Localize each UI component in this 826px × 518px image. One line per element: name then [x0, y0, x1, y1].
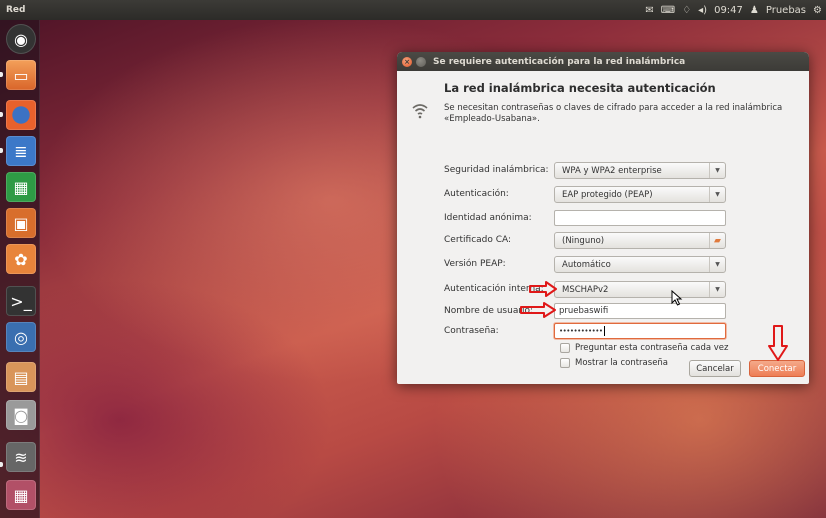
annotation-arrow-username	[529, 281, 557, 297]
dialog-description: Se necesitan contraseñas o claves de cif…	[444, 103, 783, 124]
chevron-down-icon: ▼	[709, 257, 725, 272]
password-label: Contraseña:	[444, 326, 499, 336]
launcher: ◉ ▭ ≣ ▦ ▣ ✿ >_ ◎ ▤ ◙ ≋ ▦	[0, 20, 40, 518]
running-indicator	[0, 148, 3, 153]
chevron-down-icon: ▼	[709, 187, 725, 202]
peap-version-value: Automático	[562, 259, 611, 270]
username-field[interactable]: pruebaswifi	[554, 303, 726, 319]
user-name[interactable]: Pruebas	[766, 5, 806, 16]
username-value: pruebaswifi	[559, 306, 609, 316]
panel-indicators: ✉ ⌨ ♢ ◂) 09:47 ♟ Pruebas ⚙	[645, 0, 822, 20]
ask-password-label: Preguntar esta contraseña cada vez	[575, 343, 729, 353]
close-icon[interactable]: ×	[402, 56, 412, 67]
top-panel: Red ✉ ⌨ ♢ ◂) 09:47 ♟ Pruebas ⚙	[0, 0, 826, 20]
software-center-icon[interactable]: ✿	[6, 244, 36, 274]
ask-password-checkbox[interactable]	[560, 343, 570, 353]
archive-icon[interactable]: ▤	[6, 362, 36, 392]
gear-icon[interactable]: ⚙	[813, 5, 822, 16]
firefox-icon[interactable]	[6, 100, 36, 130]
dash-home-icon[interactable]: ◉	[6, 24, 36, 54]
auth-label: Autenticación:	[444, 189, 509, 199]
libreoffice-writer-icon[interactable]: ≣	[6, 136, 36, 166]
cancel-button[interactable]: Cancelar	[689, 360, 741, 377]
show-password-label: Mostrar la contraseña	[575, 358, 669, 368]
running-indicator	[0, 112, 3, 117]
ask-password-checkbox-row[interactable]: Preguntar esta contraseña cada vez	[560, 343, 729, 353]
auth-combo[interactable]: EAP protegido (PEAP) ▼	[554, 186, 726, 203]
wireless-icon[interactable]: ≋	[6, 442, 36, 472]
wifi-icon	[412, 104, 428, 119]
user-icon[interactable]: ♟	[750, 5, 759, 16]
inner-auth-combo[interactable]: MSCHAPv2 ▼	[554, 281, 726, 298]
anon-identity-field[interactable]	[554, 210, 726, 226]
clock[interactable]: 09:47	[714, 5, 743, 16]
annotation-arrow-password	[520, 302, 556, 318]
libreoffice-calc-icon[interactable]: ▦	[6, 172, 36, 202]
running-indicator	[0, 462, 3, 467]
text-caret	[603, 326, 605, 336]
workspace-switcher-icon[interactable]: ▦	[6, 480, 36, 510]
show-password-checkbox-row[interactable]: Mostrar la contraseña	[560, 358, 668, 368]
screenshot-icon[interactable]: ◙	[6, 400, 36, 430]
show-password-checkbox[interactable]	[560, 358, 570, 368]
auth-value: EAP protegido (PEAP)	[562, 189, 653, 200]
volume-icon[interactable]: ◂)	[698, 5, 707, 16]
folder-icon: ▰	[709, 233, 725, 248]
terminal-icon[interactable]: >_	[6, 286, 36, 316]
mouse-cursor-icon	[671, 290, 683, 306]
libreoffice-impress-icon[interactable]: ▣	[6, 208, 36, 238]
password-field[interactable]: ••••••••••••	[554, 323, 726, 339]
peap-version-combo[interactable]: Automático ▼	[554, 256, 726, 273]
connect-button[interactable]: Conectar	[749, 360, 805, 377]
panel-app-title: Red	[6, 5, 26, 15]
minimize-icon[interactable]	[416, 56, 426, 67]
password-value: ••••••••••••	[559, 327, 603, 335]
dialog-title: Se requiere autenticación para la red in…	[433, 56, 686, 67]
dialog-titlebar[interactable]: × Se requiere autenticación para la red …	[397, 52, 809, 71]
network-icon[interactable]: ♢	[682, 5, 691, 16]
mail-icon[interactable]: ✉	[645, 5, 653, 16]
auth-dialog: × Se requiere autenticación para la red …	[397, 52, 809, 384]
ca-cert-value: (Ninguno)	[562, 235, 605, 246]
inner-auth-value: MSCHAPv2	[562, 284, 609, 295]
dialog-heading: La red inalámbrica necesita autenticació…	[444, 81, 716, 95]
ca-cert-label: Certificado CA:	[444, 235, 512, 245]
chevron-down-icon: ▼	[709, 282, 725, 297]
annotation-arrow-connect	[768, 325, 788, 361]
thunderbird-icon[interactable]: ◎	[6, 322, 36, 352]
security-label: Seguridad inalámbrica:	[444, 165, 549, 175]
chevron-down-icon: ▼	[709, 163, 725, 178]
running-indicator	[0, 72, 3, 77]
keyboard-icon[interactable]: ⌨	[661, 5, 675, 16]
dialog-content: La red inalámbrica necesita autenticació…	[397, 71, 809, 384]
ca-cert-button[interactable]: (Ninguno) ▰	[554, 232, 726, 249]
security-value: WPA y WPA2 enterprise	[562, 165, 662, 176]
anon-identity-label: Identidad anónima:	[444, 213, 532, 223]
peap-version-label: Versión PEAP:	[444, 259, 506, 269]
security-combo[interactable]: WPA y WPA2 enterprise ▼	[554, 162, 726, 179]
files-icon[interactable]: ▭	[6, 60, 36, 90]
